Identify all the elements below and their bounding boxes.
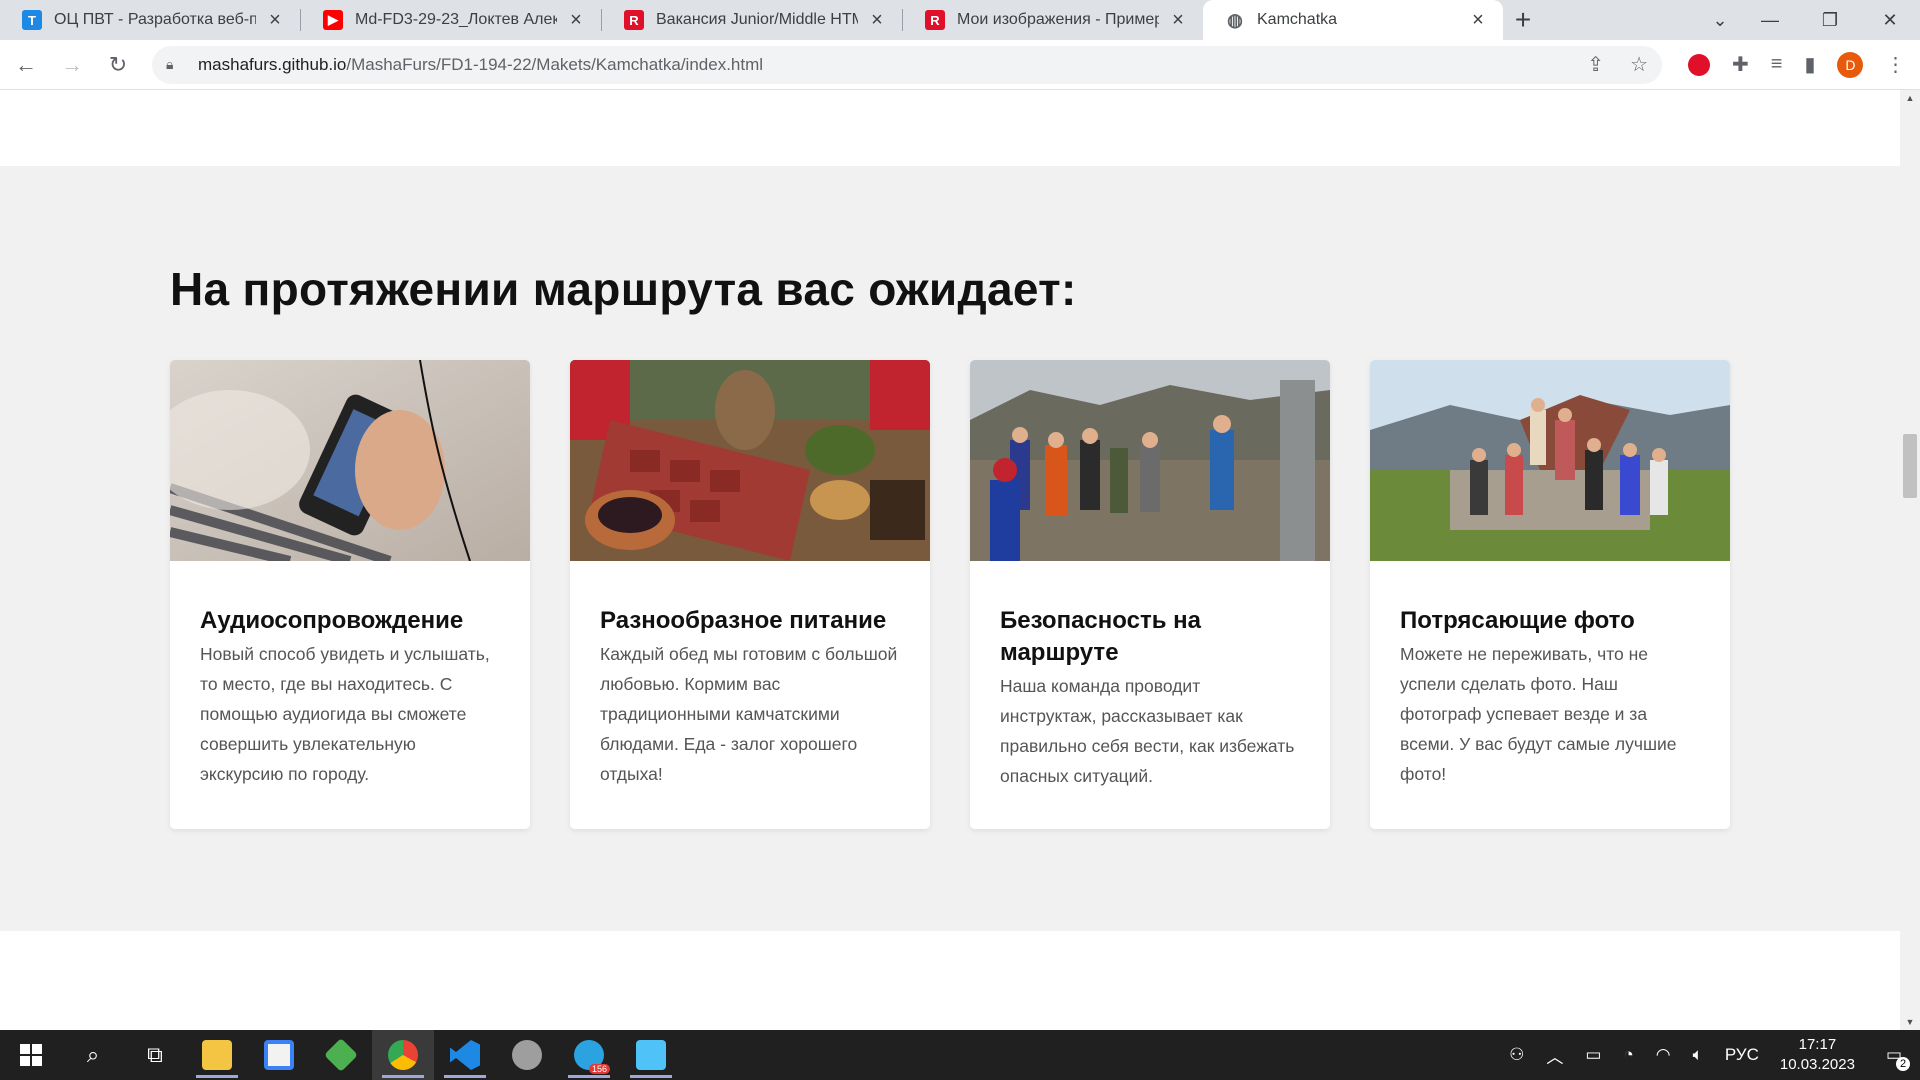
feature-card: Потрясающие фото Можете не переживать, ч…	[1370, 360, 1730, 829]
close-window-icon[interactable]: ✕	[1860, 0, 1920, 40]
system-tray: ⚇ ︿ ▭ ◔ ◠ 🔈︎ РУС 17:17 10.03.2023 ▭ 2	[1498, 1030, 1920, 1080]
search-icon[interactable]: ⌕	[62, 1030, 124, 1080]
browser-tab-active[interactable]: ◍ Kamchatka ×	[1203, 0, 1503, 40]
r-logo-icon: R	[624, 10, 644, 30]
address-bar[interactable]: 🔒︎ mashafurs.github.io/MashaFurs/FD1-194…	[152, 45, 1662, 84]
close-tab-icon[interactable]: ×	[1467, 9, 1489, 31]
people-icon[interactable]: ⚇	[1509, 1045, 1524, 1065]
paint-app-icon[interactable]	[620, 1030, 682, 1080]
profile-avatar[interactable]: D	[1837, 51, 1864, 78]
task-view-icon[interactable]: ⧉	[124, 1030, 186, 1080]
forward-arrow-icon[interactable]: →	[52, 45, 92, 85]
browser-tab[interactable]: ▶ Md-FD3-29-23_Локтев Алексей ×	[301, 0, 601, 40]
globe-icon: ◍	[1227, 9, 1243, 30]
system-clock[interactable]: 17:17 10.03.2023	[1780, 1035, 1855, 1075]
close-tab-icon[interactable]: ×	[1167, 9, 1189, 31]
file-explorer-icon[interactable]	[186, 1030, 248, 1080]
opera-vpn-icon[interactable]	[1688, 53, 1710, 76]
chrome-icon[interactable]	[372, 1030, 434, 1080]
bookmark-star-icon[interactable]: ☆	[1630, 52, 1648, 77]
notification-count: 2	[1896, 1057, 1910, 1071]
card-text: Новый способ увидеть и услышать, то мест…	[200, 644, 490, 784]
tab-title: Мои изображения - Примеры р	[957, 11, 1159, 28]
telegram-icon[interactable]: 156	[558, 1030, 620, 1080]
reload-icon[interactable]: ↻	[98, 45, 138, 85]
kebab-menu-icon[interactable]: ⋮	[1885, 52, 1905, 77]
page-scrollbar[interactable]: ▲ ▼	[1900, 90, 1920, 1030]
pvt-logo-icon: Т	[22, 10, 42, 30]
media-queue-icon[interactable]: ≡	[1771, 53, 1783, 76]
vscode-icon[interactable]	[434, 1030, 496, 1080]
card-text: Можете не переживать, что не успели сдел…	[1400, 644, 1677, 784]
youtube-icon: ▶	[323, 10, 343, 30]
minimize-icon[interactable]: —	[1740, 0, 1800, 40]
mountain-group-photo	[1370, 360, 1730, 561]
microsoft-store-icon[interactable]	[248, 1030, 310, 1080]
card-text: Наша команда проводит инструктаж, расска…	[1000, 676, 1295, 786]
browser-tab[interactable]: Т ОЦ ПВТ - Разработка веб-прил ×	[0, 0, 300, 40]
browser-tab[interactable]: R Вакансия Junior/Middle HTML-в ×	[602, 0, 902, 40]
feature-card: Разнообразное питание Каждый обед мы гот…	[570, 360, 930, 829]
scroll-up-arrow-icon[interactable]: ▲	[1900, 90, 1920, 106]
battery-icon[interactable]: ▭	[1585, 1045, 1601, 1065]
keyboard-language[interactable]: РУС	[1725, 1045, 1759, 1065]
close-tab-icon[interactable]: ×	[866, 9, 888, 31]
scrollbar-thumb[interactable]	[1903, 434, 1917, 498]
incognito-browser-icon[interactable]	[496, 1030, 558, 1080]
phone-audio-guide-photo	[170, 360, 530, 561]
lock-icon[interactable]: 🔒︎	[166, 56, 184, 73]
window-controls: — ❐ ✕	[1740, 0, 1920, 40]
tab-title: Md-FD3-29-23_Локтев Алексей	[355, 11, 557, 28]
card-title: Потрясающие фото	[1400, 607, 1635, 634]
volume-icon[interactable]: 🔈︎	[1693, 1045, 1703, 1065]
close-tab-icon[interactable]: ×	[565, 9, 587, 31]
wifi-icon[interactable]: ◠	[1656, 1045, 1671, 1065]
clock-date: 10.03.2023	[1779, 1056, 1855, 1073]
close-tab-icon[interactable]: ×	[264, 9, 286, 31]
gitkraken-icon[interactable]	[310, 1030, 372, 1080]
windows-start-icon[interactable]	[0, 1030, 62, 1080]
card-title: Безопасность на маршруте	[1000, 607, 1201, 666]
puzzle-extensions-icon[interactable]: ✚	[1732, 52, 1749, 77]
hikers-group-photo	[970, 360, 1330, 561]
extensions-bar: ✚ ≡ ▮ D ⋮	[1688, 51, 1905, 78]
features-section: На протяжении маршрута вас ожидает: Ауди…	[0, 166, 1900, 931]
url-host: mashafurs.github.io	[198, 54, 347, 74]
tab-strip: Т ОЦ ПВТ - Разработка веб-прил × ▶ Md-FD…	[0, 0, 1920, 40]
new-tab-button[interactable]: +	[1503, 0, 1543, 40]
kamchatka-food-photo	[570, 360, 930, 561]
back-arrow-icon[interactable]: ←	[6, 45, 46, 85]
restore-icon[interactable]: ❐	[1800, 0, 1860, 40]
clock-time: 17:17	[1798, 1036, 1837, 1053]
chevron-up-icon[interactable]: ︿	[1546, 1043, 1563, 1068]
browser-toolbar: ← → ↻ 🔒︎ mashafurs.github.io/MashaFurs/F…	[0, 40, 1920, 90]
url-path: /MashaFurs/FD1-194-22/Makets/Kamchatka/i…	[346, 54, 764, 74]
share-icon[interactable]: ⇪	[1587, 52, 1604, 77]
r-logo-icon: R	[925, 10, 945, 30]
network-icon[interactable]: ◔	[1623, 1045, 1633, 1065]
windows-taskbar: ⌕ ⧉ 156 ⚇ ︿ ▭ ◔ ◠ 🔈︎ РУС 17:17 10.03.202…	[0, 1030, 1920, 1080]
side-panel-icon[interactable]: ▮	[1804, 52, 1815, 77]
telegram-unread-badge: 156	[588, 1064, 610, 1074]
section-title: На протяжении маршрута вас ожидает:	[170, 263, 1077, 315]
page-viewport: На протяжении маршрута вас ожидает: Ауди…	[0, 90, 1900, 1030]
scroll-down-arrow-icon[interactable]: ▼	[1900, 1014, 1920, 1030]
tab-title: ОЦ ПВТ - Разработка веб-прил	[54, 11, 256, 28]
card-text: Каждый обед мы готовим с большой любовью…	[600, 644, 898, 784]
notifications-icon[interactable]: ▭ 2	[1886, 1045, 1910, 1071]
tab-title: Kamchatka	[1257, 11, 1338, 28]
feature-card: Аудиосопровождение Новый способ увидеть …	[170, 360, 530, 829]
card-title: Разнообразное питание	[600, 607, 887, 634]
tab-title: Вакансия Junior/Middle HTML-в	[656, 11, 858, 28]
card-title: Аудиосопровождение	[200, 607, 464, 634]
browser-tab[interactable]: R Мои изображения - Примеры р ×	[903, 0, 1203, 40]
tab-search-icon[interactable]: ⌄	[1700, 0, 1740, 40]
feature-card: Безопасность на маршруте Наша команда пр…	[970, 360, 1330, 829]
omnibox-actions: ⇪ ☆	[1587, 52, 1648, 77]
